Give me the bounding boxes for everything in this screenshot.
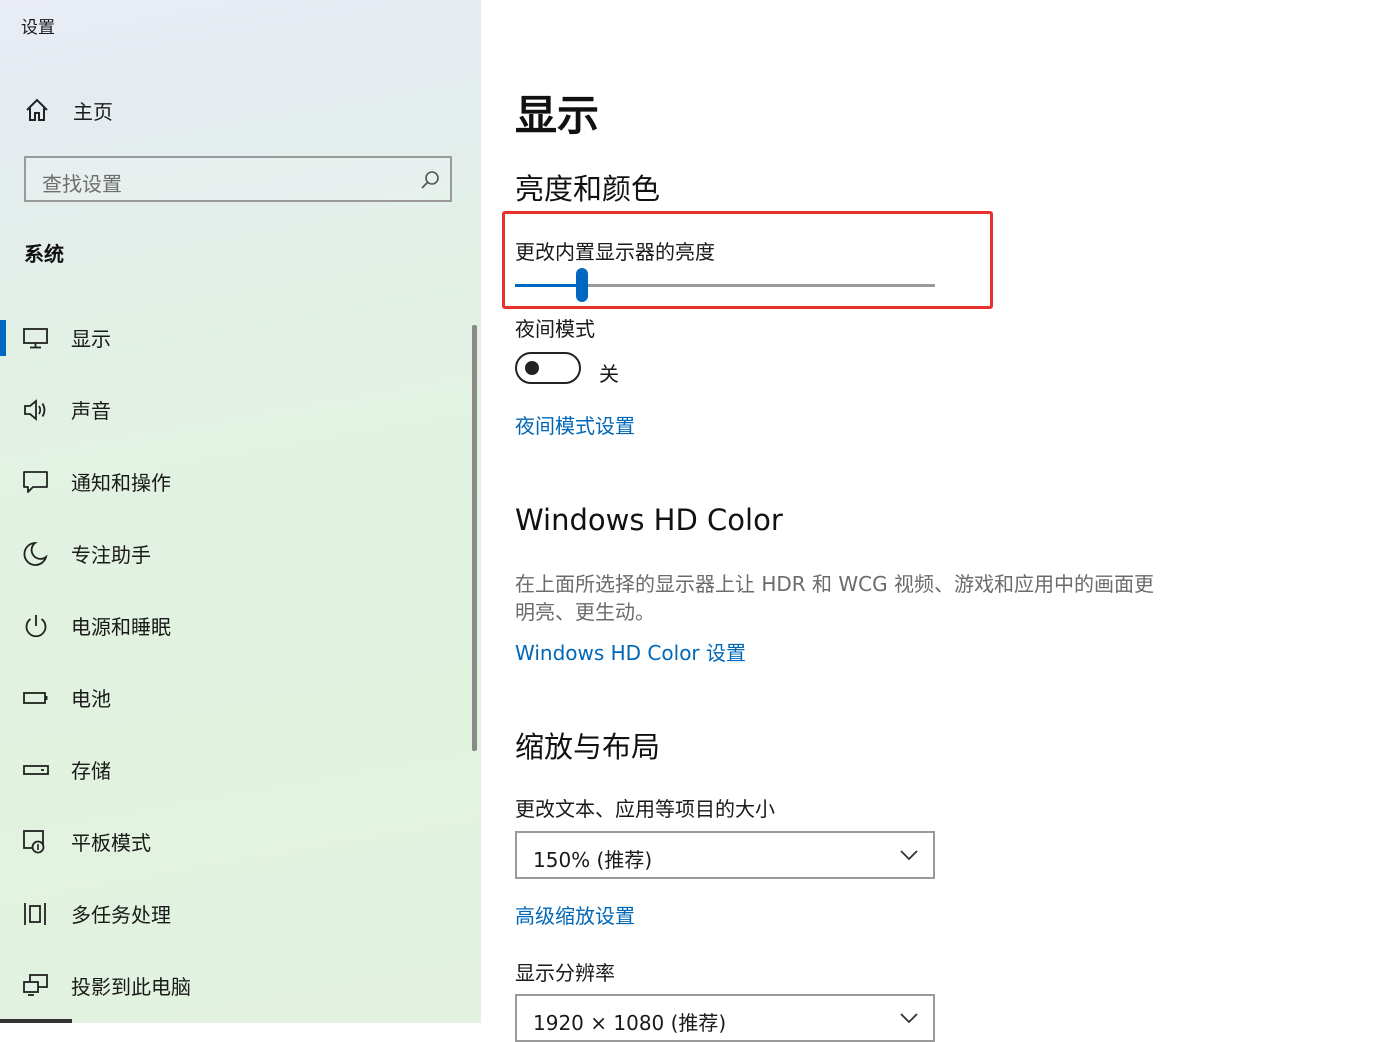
sidebar-item-tablet-mode[interactable]: 平板模式 xyxy=(0,814,470,870)
message-icon xyxy=(23,471,48,493)
main-content: 显示 亮度和颜色 更改内置显示器的亮度 夜间模式 关 夜间模式设置 Window… xyxy=(481,0,1395,1042)
hdr-settings-link[interactable]: Windows HD Color 设置 xyxy=(515,637,746,666)
resolution-value: 1920 × 1080 (推荐) xyxy=(533,1011,727,1035)
scale-label: 更改文本、应用等项目的大小 xyxy=(515,797,775,821)
battery-icon xyxy=(23,692,48,704)
scale-value: 150% (推荐) xyxy=(533,848,653,872)
hdr-description-line2: 明亮、更生动。 xyxy=(515,600,655,624)
home-nav-item[interactable]: 主页 xyxy=(24,92,324,128)
resolution-dropdown[interactable]: 1920 × 1080 (推荐) xyxy=(515,994,935,1042)
scale-dropdown[interactable]: 150% (推荐) xyxy=(515,831,935,879)
sidebar-item-label: 多任务处理 xyxy=(71,903,171,927)
moon-icon xyxy=(23,541,48,566)
multitask-icon xyxy=(24,903,46,925)
active-indicator xyxy=(0,320,6,356)
sidebar-item-focus-assist[interactable]: 专注助手 xyxy=(0,526,470,582)
search-icon[interactable] xyxy=(419,169,441,191)
sidebar-item-power-sleep[interactable]: 电源和睡眠 xyxy=(0,598,470,654)
storage-icon xyxy=(23,765,49,775)
window-title: 设置 xyxy=(21,18,55,38)
search-input[interactable]: 查找设置 xyxy=(24,156,452,202)
sidebar-item-sound[interactable]: 声音 xyxy=(0,382,470,438)
sidebar-item-battery[interactable]: 电池 xyxy=(0,670,470,726)
sidebar-item-label: 显示 xyxy=(71,327,111,351)
speaker-icon xyxy=(24,399,46,421)
section-label-system: 系统 xyxy=(24,242,64,266)
power-icon xyxy=(25,615,47,638)
night-light-state: 关 xyxy=(599,362,619,386)
sidebar-scrollbar[interactable] xyxy=(472,325,477,751)
chevron-down-icon xyxy=(900,1013,918,1024)
hdr-description: 在上面所选择的显示器上让 HDR 和 WCG 视频、游戏和应用中的画面更 明亮、… xyxy=(515,570,1185,626)
sidebar-item-label: 平板模式 xyxy=(71,831,151,855)
home-label: 主页 xyxy=(73,100,113,124)
sidebar-item-label: 声音 xyxy=(71,399,111,423)
sidebar-item-label: 电池 xyxy=(71,687,111,711)
home-icon xyxy=(26,98,48,121)
hdr-section-heading: Windows HD Color xyxy=(515,503,783,537)
sidebar-item-storage[interactable]: 存储 xyxy=(0,742,470,798)
bottom-strip xyxy=(0,1019,72,1023)
slider-thumb[interactable] xyxy=(576,268,588,302)
toggle-knob xyxy=(525,361,539,375)
sidebar-item-display[interactable]: 显示 xyxy=(0,310,470,366)
sidebar-item-label: 电源和睡眠 xyxy=(71,615,171,639)
sidebar-item-project[interactable]: 投影到此电脑 xyxy=(0,958,470,1014)
brightness-label: 更改内置显示器的亮度 xyxy=(515,240,715,264)
monitor-icon xyxy=(23,328,48,349)
sidebar-item-multitasking[interactable]: 多任务处理 xyxy=(0,886,470,942)
page-title: 显示 xyxy=(515,91,600,140)
sidebar-item-notifications[interactable]: 通知和操作 xyxy=(0,454,470,510)
resolution-label: 显示分辨率 xyxy=(515,961,615,985)
sidebar: 设置 主页 查找设置 系统 显示 声音 通知和操作 专注助手 电源和睡眠 电池 … xyxy=(0,0,481,1023)
search-placeholder: 查找设置 xyxy=(42,172,122,196)
brightness-slider[interactable] xyxy=(515,268,937,304)
slider-fill xyxy=(515,284,582,287)
chevron-down-icon xyxy=(900,850,918,861)
scale-section-heading: 缩放与布局 xyxy=(515,730,661,764)
brightness-section-heading: 亮度和颜色 xyxy=(515,172,661,206)
sidebar-item-label: 专注助手 xyxy=(71,543,151,567)
hdr-description-line1: 在上面所选择的显示器上让 HDR 和 WCG 视频、游戏和应用中的画面更 xyxy=(515,572,1155,596)
tablet-mode-icon xyxy=(23,830,45,854)
sidebar-item-label: 存储 xyxy=(71,759,111,783)
sidebar-item-label: 通知和操作 xyxy=(71,471,171,495)
sidebar-item-label: 投影到此电脑 xyxy=(71,975,191,999)
night-light-toggle[interactable] xyxy=(515,352,581,384)
night-light-label: 夜间模式 xyxy=(515,317,595,341)
project-icon xyxy=(23,974,48,996)
night-light-settings-link[interactable]: 夜间模式设置 xyxy=(515,410,635,439)
advanced-scaling-link[interactable]: 高级缩放设置 xyxy=(515,900,635,929)
